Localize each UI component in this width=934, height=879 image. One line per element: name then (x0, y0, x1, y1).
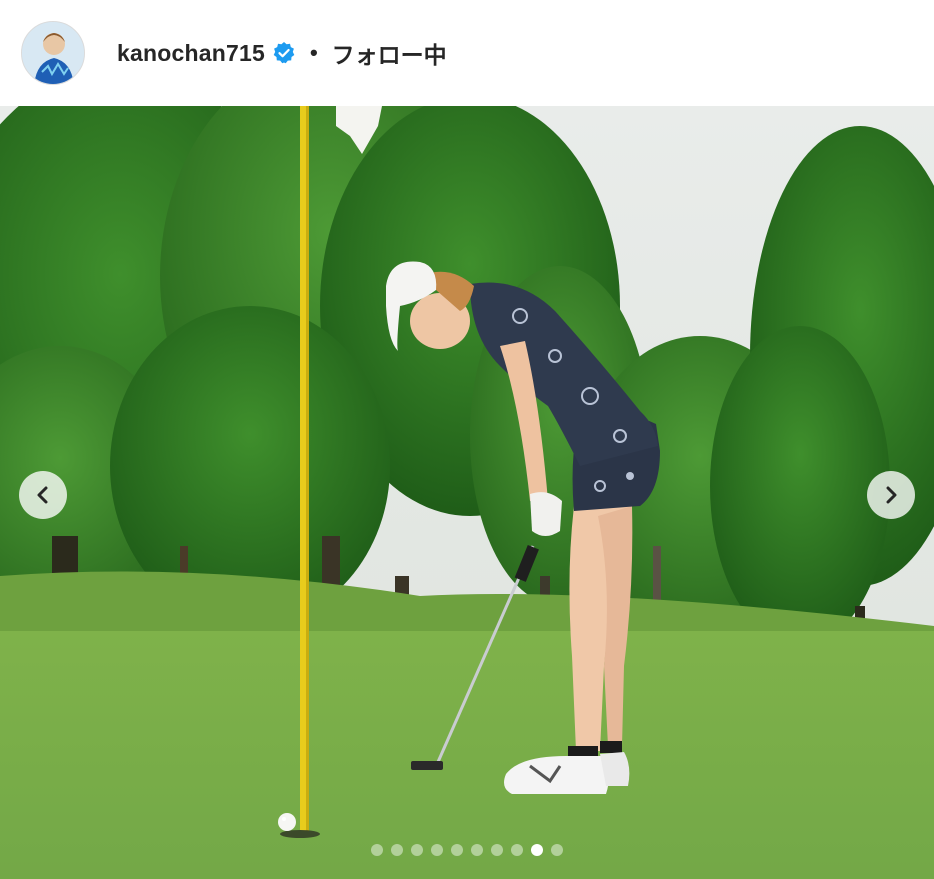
avatar[interactable] (21, 21, 85, 85)
post-photo[interactable] (0, 106, 934, 879)
carousel-dot (511, 844, 523, 856)
carousel-dot (411, 844, 423, 856)
username[interactable]: kanochan715 (117, 40, 265, 67)
golf-scene-image (0, 106, 934, 879)
carousel-dot (491, 844, 503, 856)
chevron-left-icon (37, 486, 48, 504)
carousel-dot (471, 844, 483, 856)
separator-dot: • (309, 40, 318, 65)
carousel-prev-button[interactable] (19, 471, 67, 519)
carousel-next-button[interactable] (867, 471, 915, 519)
carousel-dot (551, 844, 563, 856)
carousel-dot (531, 844, 543, 856)
verified-badge-icon (272, 41, 296, 65)
carousel-dot (431, 844, 443, 856)
post-header: kanochan715 • フォロー中 (0, 0, 934, 106)
carousel-indicator (371, 844, 563, 856)
follow-status-button[interactable]: フォロー中 (332, 36, 447, 70)
carousel-dot (371, 844, 383, 856)
carousel-dot (391, 844, 403, 856)
chevron-right-icon (886, 486, 897, 504)
carousel-dot (451, 844, 463, 856)
